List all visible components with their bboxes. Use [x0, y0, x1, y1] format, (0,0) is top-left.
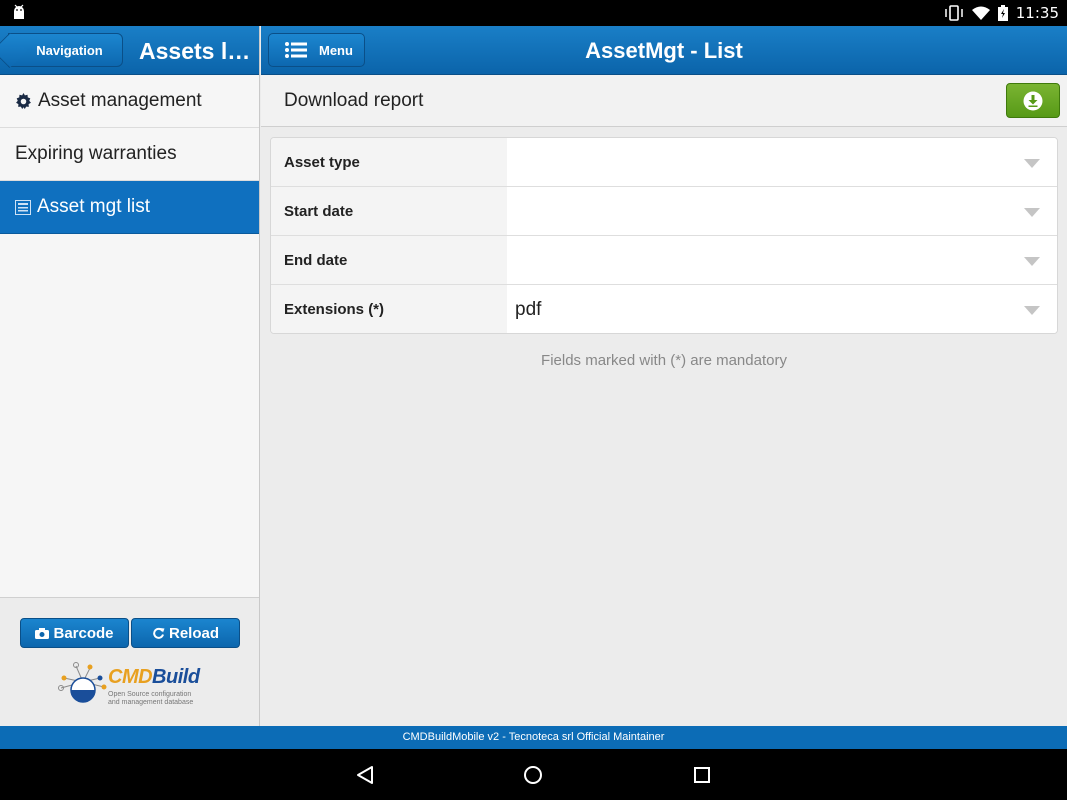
battery-icon: [997, 5, 1008, 21]
end-date-select[interactable]: [507, 236, 1057, 284]
download-icon: [1023, 91, 1043, 110]
clock: 11:35: [1015, 4, 1059, 22]
field-value: pdf: [515, 298, 542, 320]
reload-button-label: Reload: [168, 624, 219, 642]
navigation-back-button[interactable]: Navigation: [8, 33, 123, 67]
home-icon[interactable]: [523, 765, 543, 785]
logo-tagline: Open Source configuration and management…: [108, 691, 194, 706]
status-bar: 11:35: [0, 0, 1067, 26]
sidebar-item-label: Asset mgt list: [37, 196, 150, 217]
navigation-button-label: Navigation: [36, 42, 103, 58]
system-nav-bar: [0, 749, 1067, 800]
camera-icon: [35, 627, 50, 639]
left-header: Navigation Assets li...: [0, 26, 259, 75]
cmdbuild-logo-icon: [58, 662, 107, 703]
logo-name: CMDBuild: [108, 666, 200, 688]
footer-bar: CMDBuildMobile v2 - Tecnoteca srl Offici…: [0, 726, 1067, 749]
page-title: AssetMgt - List: [585, 38, 743, 63]
main-header: Menu AssetMgt - List: [261, 26, 1067, 75]
wifi-icon: [971, 6, 990, 20]
sidebar-item-asset-mgt-list[interactable]: Asset mgt list: [0, 181, 259, 234]
cmdbuild-logo: CMDBuild Open Source configuration and m…: [58, 660, 203, 712]
android-icon: [14, 4, 24, 19]
dropdown-caret-icon: [1024, 159, 1040, 168]
form-row-asset-type: Asset type: [271, 138, 1057, 187]
report-bar: Download report: [261, 75, 1067, 127]
asset-type-select[interactable]: [507, 138, 1057, 186]
left-panel-title: Assets li...: [139, 38, 251, 64]
reload-button[interactable]: Reload: [131, 618, 240, 648]
sidebar-item-expiring-warranties[interactable]: Expiring warranties: [0, 128, 259, 181]
barcode-button[interactable]: Barcode: [20, 618, 129, 648]
sidebar-item-asset-management[interactable]: Asset management: [0, 75, 259, 128]
barcode-button-label: Barcode: [53, 624, 114, 642]
report-form: Asset type Start date End date Extension…: [270, 137, 1058, 334]
list-icon: [15, 199, 31, 215]
field-label: End date: [271, 236, 507, 284]
download-button[interactable]: [1006, 83, 1060, 118]
field-label: Start date: [271, 187, 507, 235]
back-icon[interactable]: [355, 765, 375, 785]
left-panel: Navigation Assets li... Asset management…: [0, 26, 260, 726]
sidebar-item-label: Asset management: [38, 90, 202, 111]
mandatory-note: Fields marked with (*) are mandatory: [541, 352, 787, 369]
dropdown-caret-icon: [1024, 306, 1040, 315]
dropdown-caret-icon: [1024, 208, 1040, 217]
form-row-start-date: Start date: [271, 187, 1057, 236]
extensions-select[interactable]: pdf: [507, 285, 1057, 333]
left-footer: Barcode Reload CMDBuild Open Source conf…: [0, 597, 259, 726]
gear-icon: [15, 92, 32, 110]
form-row-end-date: End date: [271, 236, 1057, 285]
refresh-icon: [153, 627, 165, 639]
field-label: Asset type: [271, 138, 507, 186]
start-date-select[interactable]: [507, 187, 1057, 235]
vibrate-icon: [945, 5, 963, 21]
recents-icon[interactable]: [692, 765, 712, 785]
form-row-extensions: Extensions (*) pdf: [271, 285, 1057, 333]
download-report-label: Download report: [284, 90, 424, 111]
dropdown-caret-icon: [1024, 257, 1040, 266]
field-label: Extensions (*): [271, 285, 507, 333]
sidebar-item-label: Expiring warranties: [15, 143, 177, 164]
